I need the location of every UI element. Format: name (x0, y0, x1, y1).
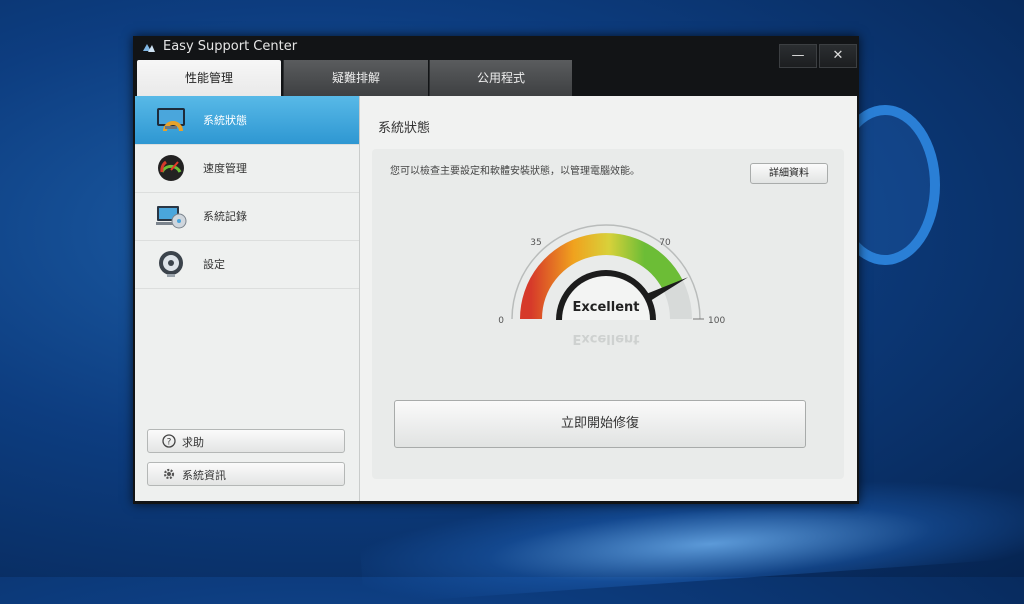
system-status-icon (157, 108, 185, 132)
sidebar-item-settings[interactable]: 設定 (135, 240, 359, 289)
minimize-button[interactable]: — (779, 44, 817, 68)
title-bar: Easy Support Center — ✕ (133, 36, 859, 68)
system-info-label: 系統資訊 (182, 469, 226, 482)
help-label: 求助 (182, 436, 204, 449)
status-card: 您可以檢查主要設定和軟體安裝狀態，以管理電腦效能。 詳細資料 Excellent… (372, 149, 844, 479)
sidebar-item-speed-management[interactable]: 速度管理 (135, 144, 359, 193)
start-repair-button[interactable]: 立即開始修復 (394, 400, 806, 448)
sidebar-item-system-status[interactable]: 系統狀態 (135, 96, 359, 145)
sidebar-item-label: 速度管理 (203, 162, 247, 175)
tab-troubleshoot[interactable]: 疑難排解 (283, 60, 428, 96)
gauge-status-text: Excellent (573, 300, 640, 315)
speed-gauge-icon (158, 155, 184, 181)
app-logo-icon (143, 44, 155, 52)
gauge-tick-35: 35 (530, 238, 541, 248)
gauge-tick-0: 0 (498, 316, 504, 326)
svg-text:?: ? (167, 438, 172, 448)
tab-utilities[interactable]: 公用程式 (429, 60, 572, 96)
sidebar-item-label: 系統狀態 (203, 114, 247, 127)
window-title: Easy Support Center (163, 39, 298, 54)
gauge-reflection-text: Excellent (573, 331, 640, 346)
system-info-button[interactable]: 系統資訊 (147, 462, 345, 486)
gear-icon (163, 468, 175, 480)
content-area: 系統狀態 速度管理 系統記錄 設定 ? 求助 系統資訊 系統狀態 您可以檢查主要… (135, 96, 857, 501)
health-gauge: Excellent Excellent 0 35 70 100 (498, 224, 725, 346)
app-window: Easy Support Center — ✕ 性能管理 疑難排解 公用程式 系… (133, 36, 859, 504)
settings-disc-icon (159, 251, 183, 277)
sidebar: 系統狀態 速度管理 系統記錄 設定 ? 求助 系統資訊 (135, 96, 360, 501)
sidebar-item-label: 設定 (203, 258, 225, 271)
description-text: 您可以檢查主要設定和軟體安裝狀態，以管理電腦效能。 (390, 166, 640, 177)
help-button[interactable]: ? 求助 (147, 429, 345, 453)
system-log-icon (156, 206, 187, 229)
sidebar-item-system-log[interactable]: 系統記錄 (135, 192, 359, 241)
gauge-tick-70: 70 (659, 238, 671, 248)
close-button[interactable]: ✕ (819, 44, 857, 68)
gauge-tick-100: 100 (708, 316, 725, 326)
page-title: 系統狀態 (378, 121, 431, 136)
sidebar-item-label: 系統記錄 (203, 210, 247, 223)
tab-performance[interactable]: 性能管理 (137, 60, 281, 96)
details-button[interactable]: 詳細資料 (750, 163, 828, 184)
help-circle-icon: ? (162, 434, 176, 448)
main-panel: 系統狀態 您可以檢查主要設定和軟體安裝狀態，以管理電腦效能。 詳細資料 Exce… (360, 96, 857, 501)
